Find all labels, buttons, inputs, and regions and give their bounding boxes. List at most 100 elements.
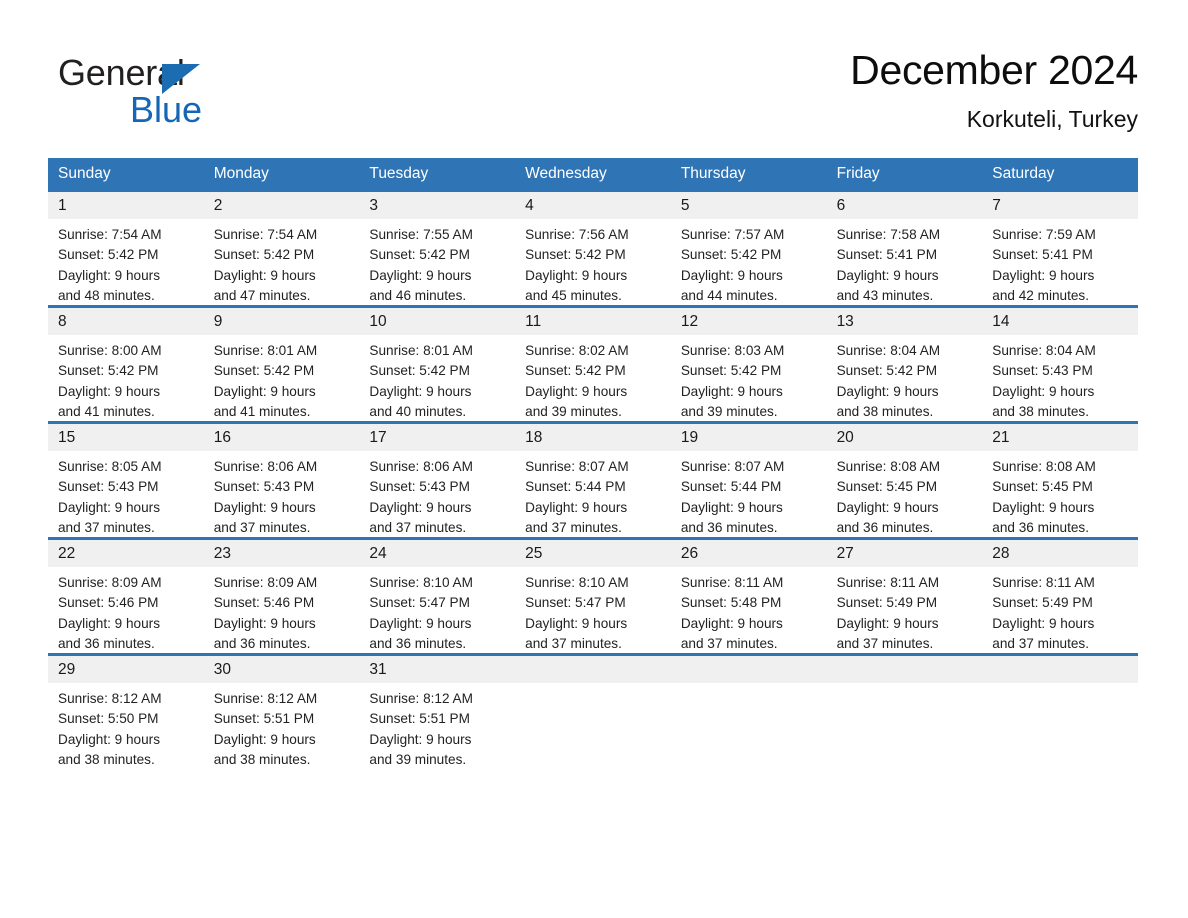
day-number[interactable]: 3: [359, 192, 515, 219]
day-number[interactable]: 6: [827, 192, 983, 219]
day-number[interactable]: 17: [359, 424, 515, 451]
daylight-line1: Daylight: 9 hours: [525, 267, 628, 283]
daylight-line2: and 36 minutes.: [992, 519, 1090, 535]
day-cell[interactable]: Sunrise: 8:12 AM Sunset: 5:50 PM Dayligh…: [48, 683, 204, 770]
sunrise-text: Sunrise: 8:11 AM: [992, 575, 1095, 590]
day-cell[interactable]: Sunrise: 7:58 AM Sunset: 5:41 PM Dayligh…: [827, 219, 983, 306]
day-number-empty: [515, 656, 671, 683]
day-number[interactable]: 16: [204, 424, 360, 451]
day-number[interactable]: 7: [982, 192, 1138, 219]
day-number[interactable]: 8: [48, 308, 204, 335]
day-cell[interactable]: Sunrise: 7:59 AM Sunset: 5:41 PM Dayligh…: [982, 219, 1138, 306]
day-cell[interactable]: Sunrise: 8:04 AM Sunset: 5:42 PM Dayligh…: [827, 335, 983, 422]
day-number[interactable]: 25: [515, 540, 671, 567]
daylight-line2: and 36 minutes.: [680, 519, 778, 535]
daylight-line2: and 36 minutes.: [213, 635, 311, 651]
daylight-line2: and 41 minutes.: [213, 403, 311, 419]
sunrise-text: Sunrise: 8:11 AM: [836, 575, 940, 590]
day-cell[interactable]: Sunrise: 8:10 AM Sunset: 5:47 PM Dayligh…: [359, 567, 515, 654]
day-number[interactable]: 13: [827, 308, 983, 335]
day-cell[interactable]: Sunrise: 7:56 AM Sunset: 5:42 PM Dayligh…: [515, 219, 671, 306]
sunset-text: Sunset: 5:46 PM: [213, 595, 315, 611]
day-number[interactable]: 26: [671, 540, 827, 567]
day-cell[interactable]: Sunrise: 8:11 AM Sunset: 5:49 PM Dayligh…: [827, 567, 983, 654]
day-number[interactable]: 12: [671, 308, 827, 335]
day-cell[interactable]: Sunrise: 8:03 AM Sunset: 5:42 PM Dayligh…: [671, 335, 827, 422]
sunrise-text: Sunrise: 7:58 AM: [836, 227, 941, 242]
daylight-line2: and 38 minutes.: [836, 403, 934, 419]
day-cell[interactable]: Sunrise: 8:01 AM Sunset: 5:42 PM Dayligh…: [204, 335, 360, 422]
day-number[interactable]: 22: [48, 540, 204, 567]
day-cell[interactable]: Sunrise: 8:07 AM Sunset: 5:44 PM Dayligh…: [515, 451, 671, 538]
day-number[interactable]: 23: [204, 540, 360, 567]
day-number[interactable]: 4: [515, 192, 671, 219]
sunset-text: Sunset: 5:42 PM: [213, 363, 315, 379]
day-cell[interactable]: Sunrise: 8:09 AM Sunset: 5:46 PM Dayligh…: [48, 567, 204, 654]
sunset-text: Sunset: 5:42 PM: [836, 363, 938, 379]
day-number[interactable]: 14: [982, 308, 1138, 335]
daylight-line1: Daylight: 9 hours: [836, 499, 939, 515]
day-number[interactable]: 10: [359, 308, 515, 335]
sunrise-text: Sunrise: 8:04 AM: [836, 343, 941, 358]
day-cell[interactable]: Sunrise: 8:01 AM Sunset: 5:42 PM Dayligh…: [359, 335, 515, 422]
sunrise-text: Sunrise: 8:10 AM: [525, 575, 629, 590]
sunrise-text: Sunrise: 8:10 AM: [369, 575, 473, 590]
day-cell[interactable]: Sunrise: 8:06 AM Sunset: 5:43 PM Dayligh…: [204, 451, 360, 538]
day-number[interactable]: 31: [359, 656, 515, 683]
page-title: December 2024: [850, 47, 1138, 93]
day-number[interactable]: 15: [48, 424, 204, 451]
day-cell[interactable]: Sunrise: 8:11 AM Sunset: 5:48 PM Dayligh…: [671, 567, 827, 654]
daylight-line2: and 48 minutes.: [58, 287, 155, 303]
day-cell[interactable]: Sunrise: 8:05 AM Sunset: 5:43 PM Dayligh…: [48, 451, 204, 538]
day-cell[interactable]: Sunrise: 8:12 AM Sunset: 5:51 PM Dayligh…: [204, 683, 360, 770]
day-number[interactable]: 24: [359, 540, 515, 567]
daylight-line1: Daylight: 9 hours: [369, 267, 472, 283]
day-number[interactable]: 20: [827, 424, 983, 451]
day-cell[interactable]: Sunrise: 7:54 AM Sunset: 5:42 PM Dayligh…: [48, 219, 204, 306]
day-number[interactable]: 9: [204, 308, 360, 335]
calendar-week-row: 15 16 17 18 19 20 21 Sunrise: 8:05 AM Su…: [48, 421, 1138, 537]
day-cell[interactable]: Sunrise: 8:10 AM Sunset: 5:47 PM Dayligh…: [515, 567, 671, 654]
day-cell[interactable]: Sunrise: 8:08 AM Sunset: 5:45 PM Dayligh…: [827, 451, 983, 538]
day-cell[interactable]: Sunrise: 7:54 AM Sunset: 5:42 PM Dayligh…: [204, 219, 360, 306]
daylight-line2: and 36 minutes.: [836, 519, 934, 535]
daylight-line2: and 42 minutes.: [992, 287, 1090, 303]
calendar-page: General Blue December 2024 Korkuteli, Tu…: [0, 0, 1188, 918]
day-number[interactable]: 30: [204, 656, 360, 683]
daylight-line1: Daylight: 9 hours: [836, 383, 939, 399]
day-cell[interactable]: Sunrise: 8:11 AM Sunset: 5:49 PM Dayligh…: [982, 567, 1138, 654]
weekday-header-row: Sunday Monday Tuesday Wednesday Thursday…: [48, 158, 1138, 189]
day-cell[interactable]: Sunrise: 8:12 AM Sunset: 5:51 PM Dayligh…: [359, 683, 515, 770]
sunset-text: Sunset: 5:45 PM: [836, 479, 938, 495]
day-number[interactable]: 5: [671, 192, 827, 219]
day-cell[interactable]: Sunrise: 8:08 AM Sunset: 5:45 PM Dayligh…: [982, 451, 1138, 538]
day-number[interactable]: 21: [982, 424, 1138, 451]
day-number[interactable]: 27: [827, 540, 983, 567]
day-number[interactable]: 29: [48, 656, 204, 683]
day-cell[interactable]: Sunrise: 8:04 AM Sunset: 5:43 PM Dayligh…: [982, 335, 1138, 422]
day-cell[interactable]: Sunrise: 8:09 AM Sunset: 5:46 PM Dayligh…: [204, 567, 360, 654]
daylight-line2: and 46 minutes.: [369, 287, 467, 303]
day-cell[interactable]: Sunrise: 8:07 AM Sunset: 5:44 PM Dayligh…: [671, 451, 827, 538]
sunset-text: Sunset: 5:50 PM: [58, 711, 159, 727]
day-cell[interactable]: Sunrise: 7:55 AM Sunset: 5:42 PM Dayligh…: [359, 219, 515, 306]
generalblue-logo[interactable]: General Blue: [58, 52, 258, 138]
day-cell[interactable]: Sunrise: 8:00 AM Sunset: 5:42 PM Dayligh…: [48, 335, 204, 422]
day-number[interactable]: 19: [671, 424, 827, 451]
sunrise-text: Sunrise: 7:54 AM: [58, 227, 162, 242]
sunrise-text: Sunrise: 8:04 AM: [992, 343, 1096, 358]
sunrise-text: Sunrise: 8:09 AM: [213, 575, 318, 590]
calendar-week-row: 1 2 3 4 5 6 7 Sunrise: 7:54 AM Sunset: 5…: [48, 189, 1138, 305]
sunrise-text: Sunrise: 8:06 AM: [369, 459, 473, 474]
day-number[interactable]: 1: [48, 192, 204, 219]
day-cell[interactable]: Sunrise: 8:06 AM Sunset: 5:43 PM Dayligh…: [359, 451, 515, 538]
sunrise-text: Sunrise: 8:12 AM: [213, 691, 318, 706]
day-cell[interactable]: Sunrise: 8:02 AM Sunset: 5:42 PM Dayligh…: [515, 335, 671, 422]
day-number[interactable]: 2: [204, 192, 360, 219]
day-cell[interactable]: Sunrise: 7:57 AM Sunset: 5:42 PM Dayligh…: [671, 219, 827, 306]
day-number[interactable]: 28: [982, 540, 1138, 567]
daylight-line2: and 36 minutes.: [369, 635, 467, 651]
day-number[interactable]: 18: [515, 424, 671, 451]
day-number[interactable]: 11: [515, 308, 671, 335]
daylight-line1: Daylight: 9 hours: [992, 383, 1095, 399]
